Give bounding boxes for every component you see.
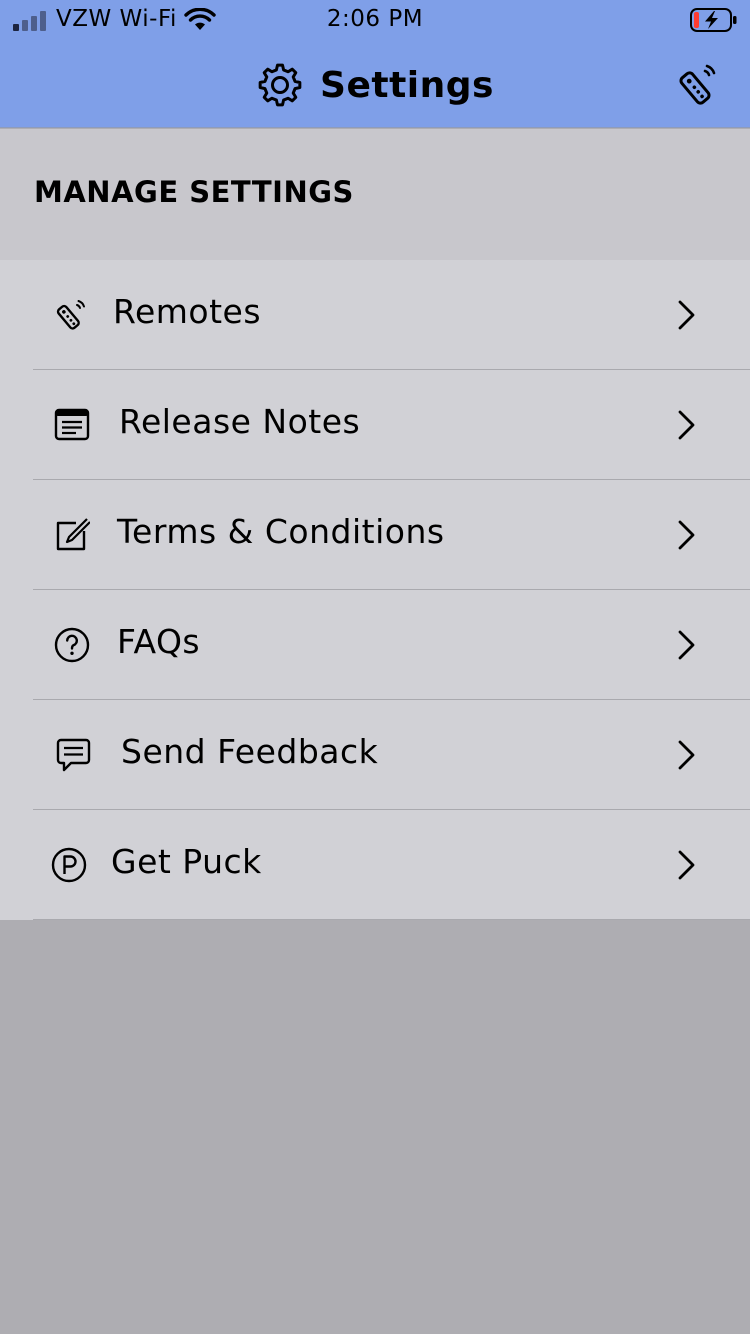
settings-row-get-puck[interactable]: Get Puck xyxy=(0,810,750,920)
chevron-right-icon xyxy=(678,410,695,440)
page-title: Settings xyxy=(320,64,494,106)
chevron-right-icon xyxy=(678,520,695,550)
remote-icon xyxy=(56,300,85,330)
settings-row-faqs[interactable]: FAQs xyxy=(0,590,750,700)
settings-row-label: Terms & Conditions xyxy=(117,512,445,551)
chevron-right-icon xyxy=(678,300,695,330)
clock-time: 2:06 PM xyxy=(326,6,424,32)
edit-icon xyxy=(56,518,90,551)
settings-row-send-feedback[interactable]: Send Feedback xyxy=(0,700,750,810)
status-bar: VZW Wi-Fi 2:06 PM xyxy=(0,0,750,40)
remote-icon[interactable] xyxy=(672,62,718,108)
section-title: MANAGE SETTINGS xyxy=(34,175,354,209)
header-title-group: Settings xyxy=(0,58,750,112)
settings-row-remotes[interactable]: Remotes xyxy=(0,260,750,370)
settings-row-label: Send Feedback xyxy=(121,732,379,771)
chat-bubble-icon xyxy=(56,738,91,772)
question-circle-icon xyxy=(54,627,90,663)
settings-list: Remotes Release Notes Terms & Conditions xyxy=(0,260,750,920)
settings-row-label: FAQs xyxy=(117,622,201,661)
navigation-header: VZW Wi-Fi 2:06 PM Settings xyxy=(0,0,750,128)
settings-row-label: Remotes xyxy=(113,292,262,331)
notes-icon xyxy=(54,408,90,441)
settings-row-label: Get Puck xyxy=(111,842,262,881)
battery-charging-icon xyxy=(690,8,737,32)
settings-row-label: Release Notes xyxy=(119,402,361,441)
puck-p-icon xyxy=(51,847,87,883)
settings-row-terms[interactable]: Terms & Conditions xyxy=(0,480,750,590)
chevron-right-icon xyxy=(678,630,695,660)
chevron-right-icon xyxy=(678,850,695,880)
section-header: MANAGE SETTINGS xyxy=(0,129,750,260)
gear-icon xyxy=(258,63,302,107)
settings-row-release-notes[interactable]: Release Notes xyxy=(0,370,750,480)
chevron-right-icon xyxy=(678,740,695,770)
